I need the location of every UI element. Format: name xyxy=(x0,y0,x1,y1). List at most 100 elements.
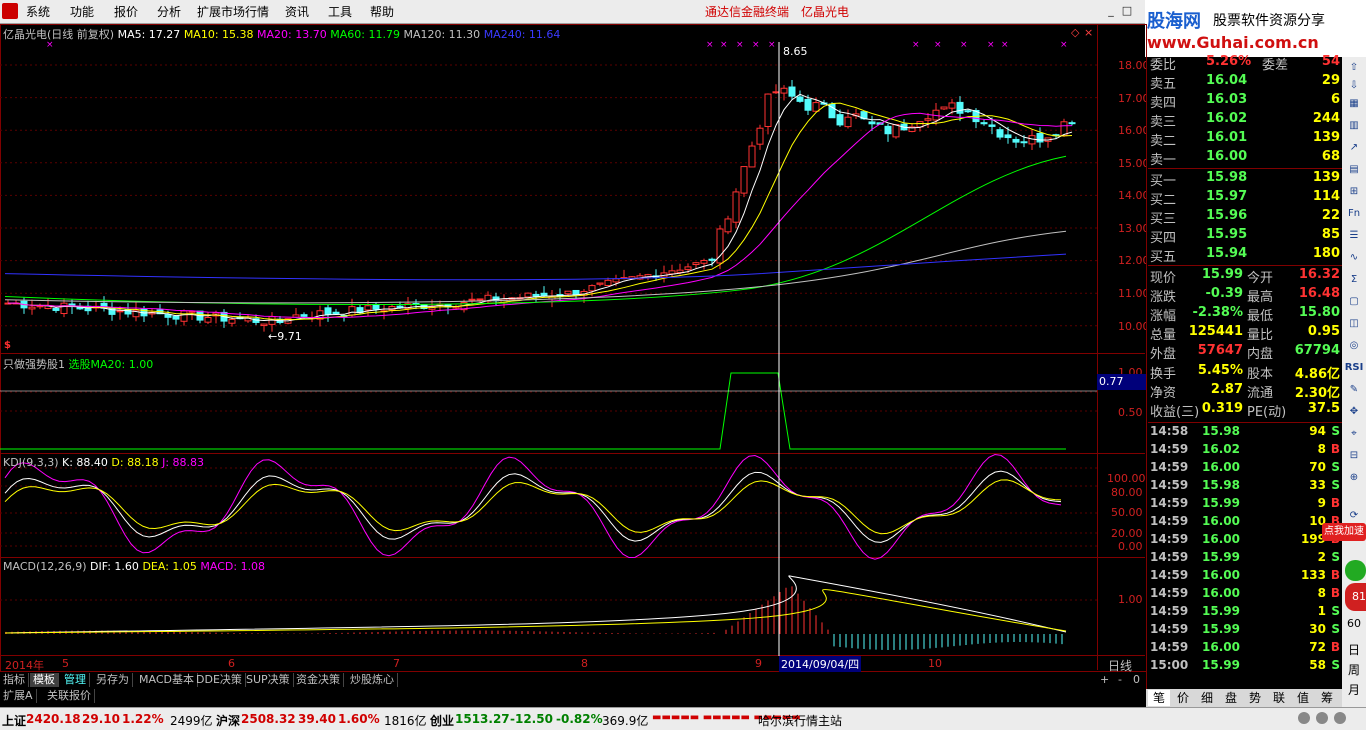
sell-volume: 244 xyxy=(1312,111,1340,126)
server-name[interactable]: 哈尔滨行情主站 xyxy=(758,712,842,729)
tick-price: 15.99 xyxy=(1202,496,1240,510)
buy-row[interactable]: 买二 15.97 114 xyxy=(1148,189,1342,208)
tick-side: S xyxy=(1331,460,1340,474)
ruler-icon[interactable]: ⊟ xyxy=(1344,447,1364,465)
quote-tab[interactable]: 细 xyxy=(1196,690,1218,706)
sell-volume: 6 xyxy=(1330,92,1340,107)
buy-price: 15.97 xyxy=(1206,189,1248,204)
indicator-tab-bar: 指标 模板 管理 另存为 MACD基本 DDE决策 SUP决策 资金决策 炒股炼… xyxy=(0,672,1146,688)
tab-dde[interactable]: DDE决策 xyxy=(193,673,246,687)
tab-fund[interactable]: 资金决策 xyxy=(293,673,344,687)
buy-row[interactable]: 买五 15.94 180 xyxy=(1148,246,1342,265)
zoom-out-icon[interactable]: - xyxy=(1118,673,1122,686)
wave-icon[interactable]: ∿ xyxy=(1344,249,1364,267)
menu-system[interactable]: 系统 xyxy=(26,3,50,20)
candle-icon[interactable]: ⊞ xyxy=(1344,183,1364,201)
quote-tab[interactable]: 筹 xyxy=(1316,690,1338,706)
buy-row[interactable]: 买三 15.96 22 xyxy=(1148,208,1342,227)
macd-dea-line xyxy=(4,589,1067,634)
tab-sup[interactable]: SUP决策 xyxy=(243,673,294,687)
buy-volume: 85 xyxy=(1321,227,1340,242)
dde-icon[interactable]: ◫ xyxy=(1344,315,1364,333)
page-icon[interactable]: ▢ xyxy=(1344,293,1364,311)
quote-tab[interactable]: 势 xyxy=(1244,690,1266,706)
menu-news[interactable]: 资讯 xyxy=(285,3,309,20)
float-badge-icon[interactable]: 81 xyxy=(1345,583,1366,611)
tool-icon[interactable]: ✎ xyxy=(1344,381,1364,399)
quote-tab[interactable]: 笔 xyxy=(1148,690,1170,706)
sell-row[interactable]: 卖三 16.02 244 xyxy=(1148,111,1342,130)
menu-ext-market[interactable]: 扩展市场行情 xyxy=(197,3,269,20)
move-icon[interactable]: ✥ xyxy=(1344,403,1364,421)
alarm-icon[interactable]: ⊕ xyxy=(1344,469,1364,487)
sell-row[interactable]: 卖二 16.01 139 xyxy=(1148,130,1342,149)
table-icon[interactable]: ▤ xyxy=(1344,161,1364,179)
buy-row[interactable]: 买一 15.98 139 xyxy=(1148,170,1342,189)
zoom-in-icon[interactable]: + xyxy=(1100,673,1109,686)
x-year: 2014年 xyxy=(5,659,44,672)
float-ball-icon[interactable] xyxy=(1345,560,1366,581)
bar-chart-icon[interactable]: ▥ xyxy=(1344,117,1364,135)
buy-row[interactable]: 买四 15.95 85 xyxy=(1148,227,1342,246)
tab-macd-basic[interactable]: MACD基本 xyxy=(136,673,198,687)
tab-template[interactable]: 模板 xyxy=(30,673,59,687)
tab-save-as[interactable]: 另存为 xyxy=(93,673,133,687)
tick-row: 14:59 16.00 133 B xyxy=(1148,568,1342,586)
grid-icon[interactable]: ▦ xyxy=(1344,95,1364,113)
sell-level: 卖一 xyxy=(1150,153,1177,168)
list-icon[interactable]: ☰ xyxy=(1344,227,1364,245)
stat-value: -0.39 xyxy=(1205,286,1243,301)
chart-canvas[interactable]: × × × × × × × × × × × × xyxy=(0,24,1097,670)
tab-indicator[interactable]: 指标 xyxy=(0,673,29,687)
sz-value: 2508.32 xyxy=(241,712,296,726)
quote-tab[interactable]: 价 xyxy=(1172,690,1194,706)
maximize-icon[interactable]: □ xyxy=(1120,4,1134,18)
zoom-reset[interactable]: 0 xyxy=(1133,673,1140,686)
tick-price: 15.98 xyxy=(1202,478,1240,492)
rsi-icon[interactable]: RSI xyxy=(1344,359,1364,377)
formula-icon[interactable]: Σ xyxy=(1344,271,1364,289)
candle-body xyxy=(804,98,812,111)
candle-body xyxy=(180,310,188,322)
line-chart-icon[interactable]: ↗ xyxy=(1344,139,1364,157)
sell-row[interactable]: 卖一 16.00 68 xyxy=(1148,149,1342,168)
tab-mindset[interactable]: 炒股炼心 xyxy=(347,673,398,687)
menu-function[interactable]: 功能 xyxy=(70,3,94,20)
sh-value: 2420.18 xyxy=(26,712,81,726)
signal-icon[interactable]: ◎ xyxy=(1344,337,1364,355)
tab-ext-a[interactable]: 扩展A xyxy=(0,689,37,703)
function-icon[interactable]: Fn xyxy=(1344,205,1364,223)
panel2-tick: 0.50 xyxy=(1118,406,1143,419)
menu-tools[interactable]: 工具 xyxy=(328,3,352,20)
quote-tab[interactable]: 盘 xyxy=(1220,690,1242,706)
quote-tab[interactable]: 联 xyxy=(1268,690,1290,706)
minimize-icon[interactable]: _ xyxy=(1104,4,1118,18)
period-month[interactable]: 月 xyxy=(1344,681,1364,699)
arrow-down-icon[interactable]: ⇩ xyxy=(1344,77,1364,95)
status-bar: 上证 2420.18 29.10 1.22% 2499亿 沪深 2508.32 … xyxy=(0,707,1366,730)
menu-help[interactable]: 帮助 xyxy=(370,3,394,20)
menu-analysis[interactable]: 分析 xyxy=(157,3,181,20)
arrow-up-icon[interactable]: ⇧ xyxy=(1344,59,1364,77)
order-diff-value: 54 xyxy=(1321,54,1340,69)
kdj-j-line xyxy=(4,454,1062,560)
crosshair-icon[interactable]: ⌖ xyxy=(1344,425,1364,443)
quote-tab[interactable]: 值 xyxy=(1292,690,1314,706)
menu-quote[interactable]: 报价 xyxy=(114,3,138,20)
signal-mark: × xyxy=(1060,40,1068,50)
period-week[interactable]: 周 xyxy=(1344,661,1364,679)
tab-related-quote[interactable]: 关联报价 xyxy=(44,689,95,703)
tab-manage[interactable]: 管理 xyxy=(61,673,90,687)
book-divider xyxy=(1148,168,1342,169)
sell-row[interactable]: 卖四 16.03 6 xyxy=(1148,92,1342,111)
sell-volume: 68 xyxy=(1321,149,1340,164)
sell-row[interactable]: 卖五 16.04 29 xyxy=(1148,73,1342,92)
stat-label: 股本 xyxy=(1247,367,1274,382)
tick-row: 14:59 16.00 199 B xyxy=(1148,532,1342,550)
tick-row: 14:59 16.00 8 B xyxy=(1148,586,1342,604)
candle-body xyxy=(572,289,580,295)
speed-up-badge[interactable]: 点我加速 xyxy=(1322,523,1366,541)
stat-value: 67794 xyxy=(1294,343,1340,358)
period-60[interactable]: 60 xyxy=(1344,615,1364,633)
period-day[interactable]: 日 xyxy=(1344,641,1364,659)
